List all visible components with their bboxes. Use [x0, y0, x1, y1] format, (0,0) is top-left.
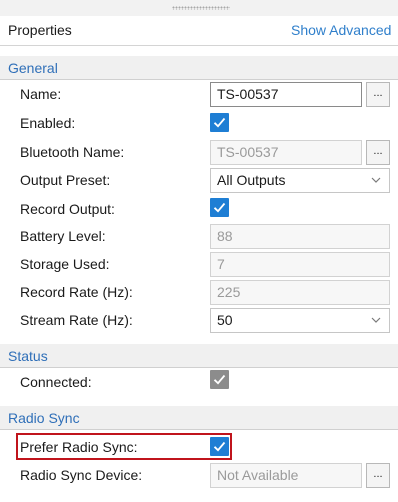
section-general[interactable]: [0, 56, 398, 80]
radio-sync-device-field: Not Available: [210, 463, 362, 488]
section-status[interactable]: [0, 344, 398, 368]
name-label: Name:: [20, 86, 62, 102]
stream-rate-value: 50: [217, 312, 233, 328]
stream-rate-label: Stream Rate (Hz):: [20, 312, 133, 328]
battery-level-label: Battery Level:: [20, 228, 106, 244]
radio-sync-device-browse-button[interactable]: ...: [366, 463, 390, 488]
drag-handle-icon[interactable]: [172, 6, 230, 10]
name-browse-button[interactable]: ...: [366, 82, 390, 107]
radio-sync-device-label: Radio Sync Device:: [20, 467, 143, 483]
storage-used-label: Storage Used:: [20, 256, 110, 272]
battery-level-field: 88: [210, 224, 390, 249]
stream-rate-select[interactable]: 50: [210, 308, 390, 333]
record-rate-field: 225: [210, 280, 390, 305]
bluetooth-name-label: Bluetooth Name:: [20, 144, 125, 160]
show-advanced-link[interactable]: Show Advanced: [291, 22, 391, 38]
storage-used-field: 7: [210, 252, 390, 277]
chevron-down-icon: [371, 177, 381, 183]
output-preset-select[interactable]: All Outputs: [210, 168, 390, 193]
bluetooth-browse-button[interactable]: ...: [366, 140, 390, 165]
connected-checkbox: [210, 370, 229, 389]
enabled-checkbox[interactable]: [210, 113, 229, 132]
record-rate-label: Record Rate (Hz):: [20, 284, 133, 300]
checkmark-icon: [213, 202, 226, 213]
output-preset-label: Output Preset:: [20, 172, 111, 188]
enabled-label: Enabled:: [20, 115, 76, 131]
record-output-checkbox[interactable]: [210, 198, 229, 217]
output-preset-value: All Outputs: [217, 172, 286, 188]
panel-title: Properties: [8, 22, 72, 38]
name-input[interactable]: TS-00537: [210, 82, 362, 107]
section-status-title: Status: [8, 348, 48, 364]
chevron-down-icon: [371, 317, 381, 323]
connected-label: Connected:: [20, 374, 92, 390]
checkmark-icon: [213, 374, 226, 385]
bluetooth-name-input: TS-00537: [210, 140, 362, 165]
checkmark-icon: [213, 117, 226, 128]
highlight-box: [16, 433, 232, 460]
section-general-title: General: [8, 60, 58, 76]
section-radio-sync-title: Radio Sync: [8, 410, 80, 426]
record-output-label: Record Output:: [20, 201, 115, 217]
